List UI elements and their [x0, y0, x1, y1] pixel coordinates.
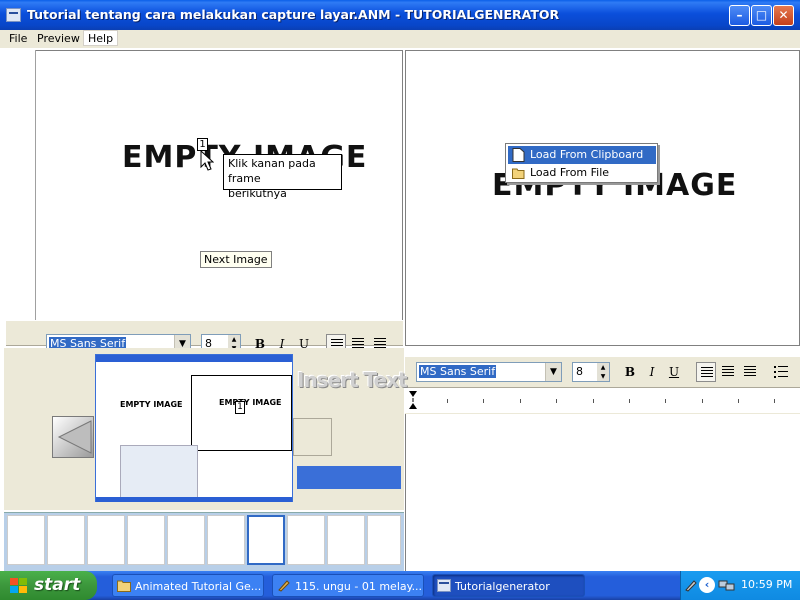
- menu-bar: [0, 30, 800, 48]
- ruler-tick: [774, 399, 775, 403]
- preview-nested-window: [120, 445, 198, 499]
- frame-thumbnail[interactable]: [327, 515, 365, 565]
- align-right-icon: [744, 366, 756, 377]
- ruler-tick: [665, 399, 666, 403]
- left-image-panel[interactable]: [6, 50, 403, 346]
- align-center-icon: [722, 366, 734, 377]
- network-icon[interactable]: [718, 578, 736, 592]
- indent-marker-icon[interactable]: [408, 390, 418, 410]
- ruler-tick: [629, 399, 630, 403]
- close-button[interactable]: ✕: [773, 5, 794, 26]
- app-window-icon: [437, 579, 451, 592]
- paint-icon: [278, 580, 290, 592]
- pen-tool-icon[interactable]: [684, 578, 698, 592]
- frame-thumbnail-selected[interactable]: [247, 515, 285, 565]
- right-align-center-button[interactable]: [718, 362, 738, 382]
- menu-item-load-from-clipboard[interactable]: Load From Clipboard: [508, 146, 656, 164]
- ruler-tick: [556, 399, 557, 403]
- insert-text-watermark: Insert Text: [297, 368, 408, 392]
- ruler-tick: [702, 399, 703, 403]
- window-title: Tutorial tentang cara melakukan capture …: [27, 7, 560, 22]
- preview-taskbar: [96, 497, 292, 502]
- menu-item-label: Load From Clipboard: [530, 148, 644, 161]
- frame-thumbnail[interactable]: [207, 515, 245, 565]
- arrow-left-icon: [57, 420, 92, 454]
- task-tutorialgenerator[interactable]: Tutorialgenerator: [432, 574, 585, 597]
- align-left-icon: [701, 367, 713, 378]
- preview-side-box: [293, 418, 332, 456]
- right-size-spinner[interactable]: 8 ▲ ▼: [572, 362, 610, 382]
- mouse-cursor-icon: [200, 150, 214, 171]
- task-label: Tutorialgenerator: [455, 580, 550, 593]
- clock[interactable]: 10:59 PM: [741, 578, 792, 591]
- right-font-value: MS Sans Serif: [419, 365, 497, 378]
- menu-help[interactable]: Help: [83, 30, 119, 46]
- frame-thumbnail[interactable]: [287, 515, 325, 565]
- tray-expand-icon[interactable]: ‹: [699, 577, 715, 593]
- app-icon[interactable]: [6, 8, 21, 22]
- chevron-down-icon[interactable]: ▼: [545, 363, 561, 381]
- frame-thumbnail[interactable]: [87, 515, 125, 565]
- right-font-combo[interactable]: MS Sans Serif ▼: [416, 362, 562, 382]
- menu-item-label: Load From File: [530, 166, 610, 179]
- ruler-tick: [520, 399, 521, 403]
- preview-empty-left: EMPTY IMAGE: [120, 400, 183, 409]
- ruler-tick: [593, 399, 594, 403]
- right-size-value: 8: [576, 365, 583, 378]
- context-menu: Load From Clipboard Load From File: [505, 143, 658, 183]
- preview-titlebar: [96, 355, 292, 362]
- menu-preview[interactable]: Preview: [33, 31, 84, 47]
- frame-thumbnail[interactable]: [367, 515, 401, 565]
- frame-thumbnail[interactable]: [167, 515, 205, 565]
- hint-line-2: berikutnya: [228, 187, 287, 200]
- right-bold-button[interactable]: B: [620, 362, 640, 382]
- left-vertical-ruler: [6, 50, 36, 320]
- task-ungu[interactable]: 115. ungu - 01 melay...: [272, 574, 424, 597]
- task-animated-tutorial[interactable]: Animated Tutorial Ge...: [112, 574, 264, 597]
- frame-thumbnail[interactable]: [127, 515, 165, 565]
- bullet-list-icon: [774, 366, 788, 378]
- ruler-tick: [483, 399, 484, 403]
- preview-empty-right: EMPTY IMAGE: [219, 398, 282, 407]
- folder-icon: [117, 580, 131, 592]
- preview-inner-frame: EMPTY IMAGE 1: [191, 375, 292, 451]
- task-label: 115. ungu - 01 melay...: [295, 580, 423, 593]
- right-align-left-button[interactable]: [696, 362, 716, 382]
- hint-line-1: Klik kanan pada frame: [228, 157, 316, 185]
- text-ruler[interactable]: [405, 388, 800, 414]
- preview-screenshot[interactable]: EMPTY IMAGE EMPTY IMAGE 1: [95, 354, 293, 502]
- text-editor-area[interactable]: [405, 414, 800, 571]
- minimize-button[interactable]: –: [729, 5, 750, 26]
- right-align-right-button[interactable]: [740, 362, 760, 382]
- menu-item-load-from-file[interactable]: Load From File: [508, 164, 656, 182]
- spin-arrows-icon[interactable]: ▲▼: [597, 363, 609, 381]
- right-italic-button[interactable]: I: [642, 362, 662, 382]
- right-bullets-button[interactable]: [771, 362, 791, 382]
- task-label: Animated Tutorial Ge...: [135, 580, 262, 593]
- frame-thumbnail[interactable]: [7, 515, 45, 565]
- preview-blue-bar: [297, 466, 401, 489]
- document-icon: [512, 148, 525, 162]
- right-underline-button[interactable]: U: [664, 362, 684, 382]
- windows-logo-icon: [10, 578, 27, 593]
- ruler-tick: [447, 399, 448, 403]
- folder-open-icon: [512, 168, 525, 179]
- frame-thumbnail[interactable]: [47, 515, 85, 565]
- previous-frame-button[interactable]: [52, 416, 94, 458]
- ruler-tick: [738, 399, 739, 403]
- next-image-button[interactable]: Next Image: [200, 251, 272, 268]
- hint-tooltip: Klik kanan pada frame berikutnya: [223, 154, 342, 200]
- menu-file[interactable]: File: [5, 31, 31, 47]
- preview-marker: 1: [235, 401, 245, 414]
- maximize-button[interactable]: □: [751, 5, 772, 26]
